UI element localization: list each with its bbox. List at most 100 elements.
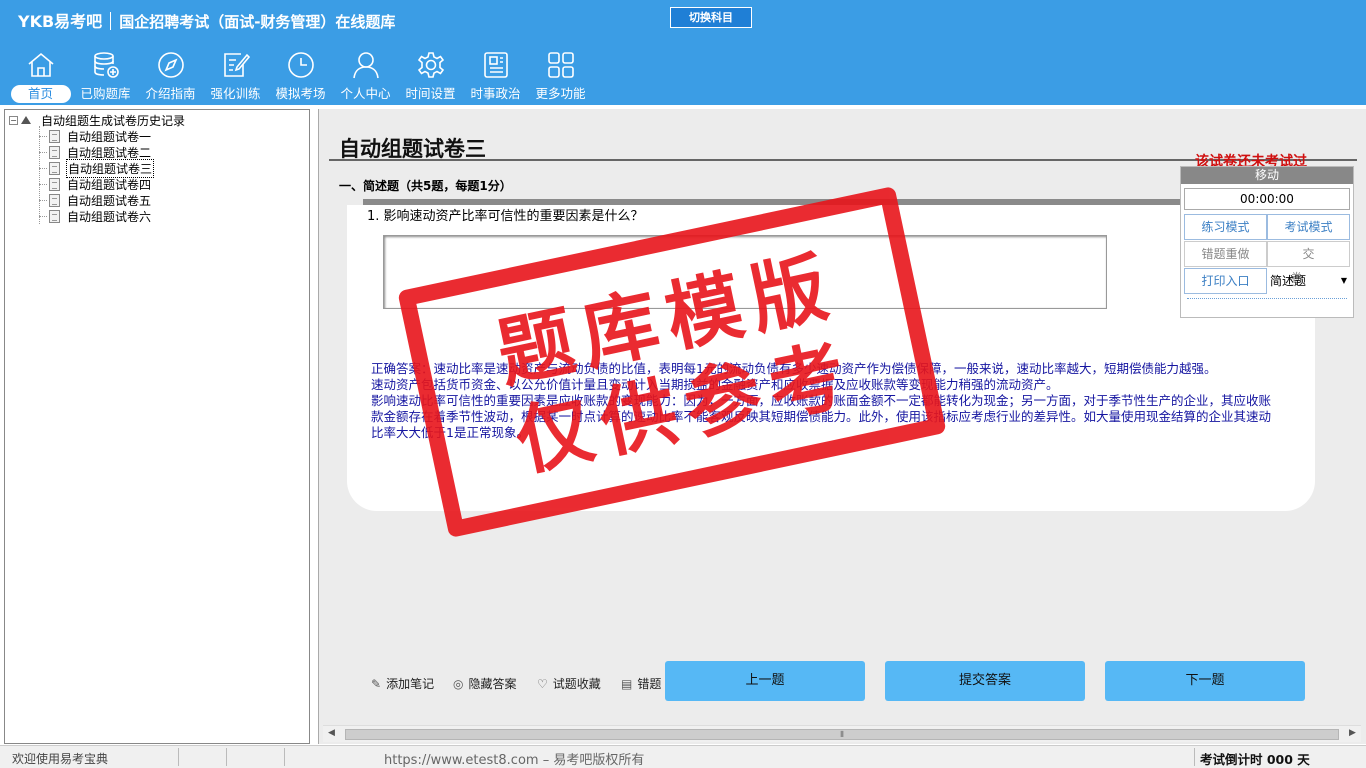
tree-item-label: 自动组题试卷一 bbox=[67, 129, 152, 144]
chevron-down-icon: ▼ bbox=[1340, 276, 1347, 285]
practice-mode-button[interactable]: 练习模式 bbox=[1184, 214, 1267, 240]
switch-subject-button[interactable]: 切换科目 bbox=[670, 7, 752, 28]
question-text: 1. 影响速动资产比率可信性的重要因素是什么？ bbox=[367, 209, 644, 224]
app-title-text: 国企招聘考试（面试-财务管理）在线题库 bbox=[119, 13, 396, 31]
nav-item-mock-exam[interactable]: 模拟考场 bbox=[268, 48, 333, 104]
nav-label-guide: 介绍指南 bbox=[145, 86, 196, 101]
next-question-button[interactable]: 下一题 bbox=[1105, 661, 1305, 701]
prev-question-button[interactable]: 上一题 bbox=[665, 661, 865, 701]
exam-mode-button[interactable]: 考试模式 bbox=[1267, 214, 1350, 240]
document-icon bbox=[49, 193, 60, 207]
solution-line: 影响速动比率可信性的重要因素是应收账款的变现能力：因为，一方面，应收账款的账面金… bbox=[371, 393, 1272, 440]
document-icon bbox=[49, 177, 60, 191]
question-card: 1. 影响速动资产比率可信性的重要因素是什么？ 正确答案：速动比率是速动资产与流… bbox=[347, 205, 1315, 511]
horizontal-scrollbar[interactable]: ◀ ⦀ ▶ bbox=[323, 725, 1361, 742]
nav-label-mock-exam: 模拟考场 bbox=[275, 86, 326, 101]
title-divider bbox=[110, 12, 112, 30]
heart-icon: ♡ bbox=[537, 676, 548, 691]
exam-control-panel: 移动 00:00:00 练习模式 考试模式 错题重做 交卷 打印入口 简述题 ▼ bbox=[1180, 166, 1354, 318]
document-icon bbox=[49, 145, 60, 159]
tree-root-label: 自动组题生成试卷历史记录 bbox=[41, 113, 186, 128]
scrollbar-thumb[interactable]: ⦀ bbox=[345, 729, 1339, 740]
nav-item-profile[interactable]: 个人中心 bbox=[333, 48, 398, 104]
paper-title: 自动组题试卷三 bbox=[339, 137, 486, 161]
tree-connector bbox=[39, 199, 47, 201]
book-icon: ▤ bbox=[621, 676, 633, 691]
add-note-link[interactable]: ✎ 添加笔记 bbox=[371, 675, 434, 692]
question-type-select[interactable]: 简述题 ▼ bbox=[1267, 268, 1350, 294]
nav-label-training: 强化训练 bbox=[210, 86, 261, 101]
tree-connector bbox=[39, 151, 47, 153]
nav-label-profile: 个人中心 bbox=[340, 86, 391, 101]
wrong-question-link[interactable]: ▤ 错题 bbox=[621, 675, 661, 692]
user-icon bbox=[349, 48, 383, 82]
grid-icon bbox=[544, 48, 578, 82]
brand-logo: YKB易考吧 bbox=[18, 12, 103, 31]
favorite-label: 试题收藏 bbox=[552, 677, 601, 691]
app-title: YKB易考吧 国企招聘考试（面试-财务管理）在线题库 bbox=[18, 8, 395, 32]
collapse-toggle-icon[interactable]: − bbox=[9, 115, 18, 125]
solution-line: 速动资产包括货币资金、以公允价值计量且变动计入当期损益的金融资产和应收票据及应收… bbox=[371, 377, 1059, 392]
tree-item-paper-3[interactable]: 自动组题试卷三 bbox=[39, 158, 155, 178]
tree-connector bbox=[39, 215, 47, 217]
clock-icon bbox=[284, 48, 318, 82]
nav-item-time-settings[interactable]: 时间设置 bbox=[398, 48, 463, 104]
nav-item-guide[interactable]: 介绍指南 bbox=[138, 48, 203, 104]
tree-connector bbox=[39, 183, 47, 185]
history-tree-panel: − 自动组题生成试卷历史记录 自动组题试卷一 自动组题试卷二 自动组题试卷三 自… bbox=[4, 109, 310, 744]
pencil-icon: ✎ bbox=[371, 676, 382, 691]
exam-timer: 00:00:00 bbox=[1184, 188, 1350, 210]
nav-item-more[interactable]: 更多功能 bbox=[528, 48, 593, 104]
nav-item-purchased[interactable]: 已购题库 bbox=[73, 48, 138, 104]
app-header: YKB易考吧 国企招聘考试（面试-财务管理）在线题库 切换科目 首页 已购题库 介… bbox=[0, 0, 1366, 105]
tree-connector bbox=[39, 135, 47, 137]
eye-icon: ◎ bbox=[453, 676, 464, 691]
document-search-icon bbox=[49, 161, 60, 175]
tree-item-paper-1[interactable]: 自动组题试卷一 bbox=[39, 128, 152, 144]
hide-answer-link[interactable]: ◎ 隐藏答案 bbox=[453, 675, 517, 692]
panel-divider bbox=[1187, 298, 1347, 299]
favorite-link[interactable]: ♡ 试题收藏 bbox=[537, 675, 601, 692]
welcome-text: 欢迎使用易考宝典 bbox=[12, 752, 109, 766]
nav-label-current-affairs: 时事政治 bbox=[470, 86, 521, 101]
hide-answer-label: 隐藏答案 bbox=[468, 677, 517, 691]
wrong-question-label: 错题 bbox=[637, 677, 662, 691]
tree-item-paper-4[interactable]: 自动组题试卷四 bbox=[39, 176, 152, 192]
tree-item-paper-6[interactable]: 自动组题试卷六 bbox=[39, 208, 152, 224]
copyright-text: https://www.etest8.com – 易考吧版权所有 bbox=[384, 753, 645, 768]
tree-connector bbox=[39, 167, 47, 169]
scroll-left-icon[interactable]: ◀ bbox=[328, 728, 335, 738]
edit-icon bbox=[219, 48, 253, 82]
print-button[interactable]: 打印入口 bbox=[1184, 268, 1267, 294]
redo-wrong-button[interactable]: 错题重做 bbox=[1184, 241, 1267, 267]
control-buttons: 练习模式 考试模式 错题重做 交卷 打印入口 简述题 ▼ bbox=[1184, 214, 1350, 295]
submit-answer-button[interactable]: 提交答案 bbox=[885, 661, 1085, 701]
paper-title-bar: 自动组题试卷三 该试卷还未考试过 bbox=[329, 123, 1357, 170]
compass-icon bbox=[154, 48, 188, 82]
main-nav: 首页 已购题库 介绍指南 强化训练 模拟考场 个人中心 时间设置 时事政治 更多… bbox=[8, 48, 593, 104]
status-divider bbox=[226, 748, 227, 766]
document-icon bbox=[49, 129, 60, 143]
status-divider bbox=[1194, 748, 1195, 766]
status-bar: 欢迎使用易考宝典 https://www.etest8.com – 易考吧版权所… bbox=[0, 745, 1366, 768]
move-handle[interactable]: 移动 bbox=[1181, 167, 1353, 184]
nav-item-training[interactable]: 强化训练 bbox=[203, 48, 268, 104]
nav-label-more: 更多功能 bbox=[535, 86, 586, 101]
add-note-label: 添加笔记 bbox=[386, 677, 435, 691]
exam-countdown: 考试倒计时 000 天 bbox=[1200, 752, 1310, 767]
tree-item-paper-5[interactable]: 自动组题试卷五 bbox=[39, 192, 152, 208]
solution-line: 正确答案：速动比率是速动资产与流动负债的比值，表明每1元的流动负债有多少速动资产… bbox=[371, 361, 1217, 376]
tree-root[interactable]: − 自动组题生成试卷历史记录 bbox=[9, 112, 185, 128]
nav-item-current-affairs[interactable]: 时事政治 bbox=[463, 48, 528, 104]
news-icon bbox=[479, 48, 513, 82]
gear-icon bbox=[414, 48, 448, 82]
question-type-value: 简述题 bbox=[1270, 274, 1307, 288]
submit-paper-button[interactable]: 交卷 bbox=[1267, 241, 1350, 285]
nav-item-home[interactable]: 首页 bbox=[8, 48, 73, 104]
nav-label-purchased: 已购题库 bbox=[80, 86, 131, 101]
tree-item-label: 自动组题试卷四 bbox=[67, 177, 152, 192]
answer-input[interactable] bbox=[383, 235, 1107, 309]
scroll-right-icon[interactable]: ▶ bbox=[1349, 728, 1356, 738]
database-icon bbox=[89, 48, 123, 82]
tree-root-icon bbox=[21, 116, 31, 124]
